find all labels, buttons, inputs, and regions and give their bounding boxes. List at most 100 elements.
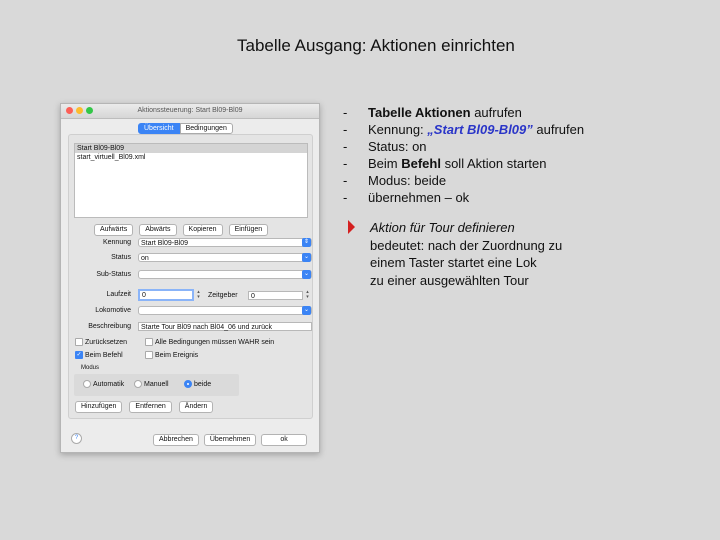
cancel-button[interactable]: Abbrechen: [153, 434, 199, 446]
callout: Aktion für Tour definieren bedeutet: nac…: [345, 219, 562, 289]
radio-label: beide: [194, 380, 212, 388]
chevron-down-icon: ⌄: [302, 270, 311, 279]
bullet-text: Kennung:: [368, 122, 428, 137]
action-list[interactable]: Start Bl09-Bl09 start_virtuell_Bl09.xml: [74, 143, 308, 218]
ok-button[interactable]: ok: [261, 434, 307, 446]
modus-group: Automatik Manuell beide: [74, 374, 239, 396]
list-item[interactable]: start_virtuell_Bl09.xml: [75, 153, 307, 162]
modus-beide-radio[interactable]: beide: [184, 380, 211, 388]
radio-circle: [134, 380, 142, 388]
status-select[interactable]: on ⌄: [138, 253, 312, 262]
status-label: Status: [111, 254, 131, 261]
move-down-button[interactable]: Abwärts: [139, 224, 177, 236]
bullet-dash: -: [343, 105, 348, 120]
laufzeit-input[interactable]: 0: [138, 289, 194, 301]
radio-circle: [83, 380, 91, 388]
radio-label: Manuell: [144, 380, 169, 388]
list-item: - Status: on: [343, 138, 584, 155]
dialog-titlebar: Aktionssteuerung: Start Bl09-Bl09: [61, 104, 319, 119]
instruction-list: - Tabelle Aktionen aufrufen - Kennung: „…: [343, 104, 584, 206]
laufzeit-label: Laufzeit: [106, 291, 131, 298]
zeitgeber-input[interactable]: 0: [248, 291, 303, 300]
move-up-button[interactable]: Aufwärts: [94, 224, 134, 236]
bullet-dash: -: [343, 173, 348, 188]
tab-uebersicht[interactable]: Übersicht: [138, 123, 180, 134]
checkbox-label: Beim Ereignis: [155, 351, 199, 359]
dialog-footer: Abbrechen Übernehmen ok: [153, 434, 307, 446]
change-button[interactable]: Ändern: [178, 401, 214, 413]
beschreibung-label: Beschreibung: [88, 323, 131, 330]
modus-automatik-radio[interactable]: Automatik: [83, 380, 124, 388]
bullet-text: Status: on: [368, 139, 427, 154]
bullet-dash: -: [343, 156, 348, 171]
bullet-dash: -: [343, 190, 348, 205]
list-item: - Kennung: „Start Bl09-Bl09” aufrufen: [343, 121, 584, 138]
checkmark-icon: ✓: [75, 351, 83, 359]
bullet-dash: -: [343, 139, 348, 154]
dialog-title: Aktionssteuerung: Start Bl09-Bl09: [137, 107, 243, 114]
radio-circle: [184, 380, 192, 388]
bullet-highlight: „Start Bl09-Bl09”: [427, 122, 533, 137]
overview-panel: Start Bl09-Bl09 start_virtuell_Bl09.xml …: [68, 134, 313, 419]
help-icon[interactable]: ?: [71, 433, 82, 444]
paste-button[interactable]: Einfügen: [228, 224, 269, 236]
beim-befehl-checkbox[interactable]: ✓ Beim Befehl: [75, 351, 123, 359]
list-item[interactable]: Start Bl09-Bl09: [75, 144, 307, 153]
callout-line: zu einer ausgewählten Tour: [370, 272, 529, 288]
action-control-dialog: Aktionssteuerung: Start Bl09-Bl09 Übersi…: [60, 103, 320, 453]
list-item: - übernehmen – ok: [343, 189, 584, 206]
checkbox-box: [145, 351, 153, 359]
bullet-bold: Befehl: [401, 156, 441, 171]
popup-arrow-icon: ⇕: [302, 238, 311, 247]
modus-label: Modus: [81, 365, 100, 371]
callout-line: bedeutet: nach der Zuordnung zu: [370, 237, 563, 253]
kennung-select[interactable]: Start Bl09-Bl09 ⇕: [138, 238, 312, 247]
apply-button[interactable]: Übernehmen: [203, 434, 257, 446]
action-button-row: Hinzufügen Entfernen Ändern: [75, 401, 214, 413]
list-item: - Beim Befehl soll Aktion starten: [343, 155, 584, 172]
checkbox-box: [75, 338, 83, 346]
lokomotive-label: Lokomotive: [95, 307, 131, 314]
slide-title: Tabelle Ausgang: Aktionen einrichten: [237, 36, 515, 55]
bullet-text: Modus: beide: [368, 173, 447, 188]
status-value: on: [141, 255, 149, 262]
lokomotive-select[interactable]: ⌄: [138, 306, 312, 315]
modus-manuell-radio[interactable]: Manuell: [134, 380, 169, 388]
callout-line: einem Taster startet eine Lok: [370, 255, 537, 270]
laufzeit-stepper[interactable]: ▴ ▾: [196, 290, 201, 301]
tab-bedingungen[interactable]: Bedingungen: [179, 123, 233, 134]
chevron-down-icon: ⌄: [302, 253, 311, 262]
checkbox-label: Zurücksetzen: [85, 338, 128, 346]
zuruecksetzen-checkbox[interactable]: Zurücksetzen: [75, 338, 127, 346]
checkbox-label: Alle Bedingungen müssen WAHR sein: [155, 338, 275, 346]
bullet-text: übernehmen – ok: [368, 190, 470, 205]
bullet-text: aufrufen: [532, 122, 585, 137]
remove-button[interactable]: Entfernen: [129, 401, 172, 413]
chevron-down-icon: ⌄: [302, 306, 311, 315]
checkbox-label: Beim Befehl: [85, 351, 123, 359]
tab-switcher: Übersicht Bedingungen: [138, 123, 233, 134]
copy-button[interactable]: Kopieren: [182, 224, 223, 236]
callout-heading: Aktion für Tour definieren: [370, 220, 515, 235]
substatus-select[interactable]: ⌄: [138, 270, 312, 279]
bullet-text: Beim: [368, 156, 402, 171]
kennung-value: Start Bl09-Bl09: [141, 240, 189, 247]
bullet-bold: Tabelle Aktionen: [368, 105, 471, 120]
bullet-dash: -: [343, 122, 348, 137]
bullet-text: aufrufen: [470, 105, 522, 120]
add-button[interactable]: Hinzufügen: [75, 401, 123, 413]
list-item: - Tabelle Aktionen aufrufen: [343, 104, 584, 121]
bullet-text: soll Aktion starten: [440, 156, 547, 171]
kennung-label: Kennung: [102, 239, 131, 246]
list-button-row: Aufwärts Abwärts Kopieren Einfügen: [94, 224, 269, 236]
beim-ereignis-checkbox[interactable]: Beim Ereignis: [145, 351, 198, 359]
zeitgeber-label: Zeitgeber: [208, 292, 238, 299]
zeitgeber-stepper[interactable]: ▴ ▾: [305, 290, 310, 301]
alle-bedingungen-checkbox[interactable]: Alle Bedingungen müssen WAHR sein: [145, 338, 274, 346]
arrow-right-icon: [348, 220, 355, 234]
beschreibung-input[interactable]: Starte Tour Bl09 nach Bl04_06 und zurück: [138, 322, 312, 331]
list-item: - Modus: beide: [343, 172, 584, 189]
radio-label: Automatik: [93, 380, 125, 388]
checkbox-box: [145, 338, 153, 346]
substatus-label: Sub-Status: [96, 271, 131, 278]
